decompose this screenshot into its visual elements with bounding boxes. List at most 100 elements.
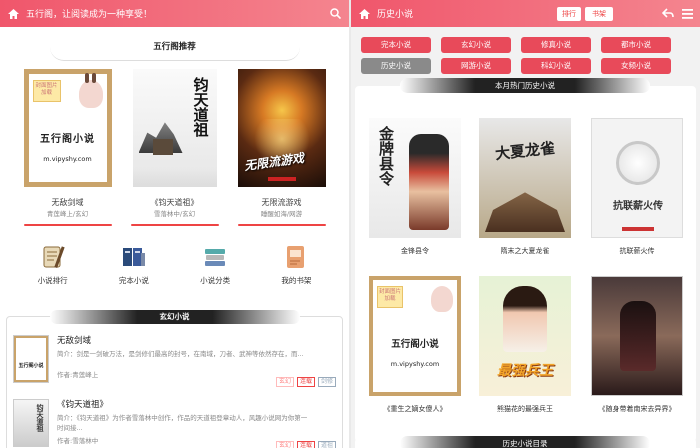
- cover-text: 钧天道祖: [191, 77, 210, 137]
- tag[interactable]: 连载: [296, 377, 315, 387]
- recommend-book-2[interactable]: 钧天道祖 《钧天道祖》 雪落林中/玄幻: [127, 69, 223, 226]
- book-name[interactable]: 《重生之嫡女傻人》: [369, 404, 461, 414]
- publisher-badge: [267, 177, 296, 181]
- recommend-book-3[interactable]: 无限流游戏 无限流游戏 睡醒如海/网游: [234, 69, 330, 226]
- list-item[interactable]: 钧天道祖 《钧天道祖》 简介：《钧天道祖》为作者雪落林中创作，作品的天道祖登章动…: [13, 399, 337, 447]
- menu-icon[interactable]: [681, 7, 694, 20]
- genre-grid: 完本小说 玄幻小说 修真小说 都市小说 历史小说 网游小说 科幻小说 女频小说: [351, 27, 700, 74]
- book-cover[interactable]: 抗联薪火传: [591, 118, 683, 238]
- genre-button[interactable]: 科幻小说: [521, 58, 591, 74]
- tag[interactable]: 道祖: [317, 441, 336, 448]
- character-image: [503, 286, 547, 352]
- cover-fade: [132, 169, 217, 187]
- thumb-text: 钧天道祖: [36, 404, 44, 432]
- cover-sticker: 封面图片加载: [377, 286, 403, 308]
- book-card[interactable]: 大夏龙雀 隋末之大夏龙雀: [479, 118, 571, 256]
- book-card[interactable]: 抗联薪火传 抗联薪火传: [591, 118, 683, 256]
- header-bar: 历史小说 排行 书架: [351, 0, 700, 27]
- book-cover[interactable]: 金牌县令: [369, 118, 461, 238]
- book-card[interactable]: 金牌县令 金锋县令: [369, 118, 461, 256]
- cover-text: 最强兵王: [497, 363, 553, 379]
- book-card[interactable]: 最强兵王 熊猫花的最强兵王: [479, 276, 571, 414]
- books-icon: [104, 244, 164, 270]
- shelf-button[interactable]: 书架: [585, 7, 613, 21]
- section-title: 历史小说目录: [400, 436, 650, 448]
- item-title[interactable]: 无敌剑域: [57, 335, 337, 347]
- section-title: 本月热门历史小说: [400, 78, 650, 93]
- book-cover[interactable]: 封面图片加载 五行阁小说 m.vipyshy.com: [369, 276, 461, 396]
- genre-button-active[interactable]: 历史小说: [361, 58, 431, 74]
- book-cover[interactable]: 封面图片加载 五行阁小说 m.vipyshy.com: [23, 69, 112, 187]
- cover-text: 五行阁小说: [40, 134, 95, 145]
- book-name[interactable]: 熊猫花的最强兵王: [479, 404, 571, 414]
- back-icon[interactable]: [661, 7, 674, 20]
- book-cover[interactable]: 无限流游戏: [237, 69, 326, 187]
- divider: [23, 224, 112, 226]
- tag[interactable]: 玄幻: [275, 441, 294, 448]
- nav-bookshelf[interactable]: 我的书架: [266, 244, 326, 286]
- temple-image: [152, 139, 173, 155]
- book-meta: 睡醒如海/网游: [260, 210, 303, 218]
- recommend-title: 五行阁推荐: [49, 39, 300, 61]
- character-image: [409, 134, 449, 230]
- nav-label: 小说排行: [37, 276, 68, 285]
- genre-button[interactable]: 修真小说: [521, 37, 591, 53]
- search-icon[interactable]: [329, 7, 342, 20]
- category-icon: [185, 244, 245, 270]
- book-name[interactable]: 无限流游戏: [234, 197, 330, 209]
- section-title: 玄幻小说: [49, 310, 300, 324]
- header-bar: 五行阁，让阅读成为一种享受！: [0, 0, 349, 27]
- divider: [237, 224, 326, 226]
- cover-text: 大夏龙雀: [494, 138, 556, 164]
- item-tags: 玄幻 连载 剑修: [275, 377, 336, 387]
- ranking-icon: [23, 244, 83, 270]
- header-title: 历史小说: [377, 10, 414, 20]
- rank-button[interactable]: 排行: [557, 7, 581, 21]
- recommend-book-1[interactable]: 封面图片加载 五行阁小说 m.vipyshy.com 无敌剑域 青莲峰上/玄幻: [20, 69, 116, 226]
- hot-section: 本月热门历史小说 金牌县令 金锋县令 大夏龙雀 隋末之大夏龙雀 抗联薪火传 抗联…: [355, 78, 696, 442]
- tag[interactable]: 玄幻: [275, 377, 294, 387]
- nav-category[interactable]: 小说分类: [185, 244, 245, 286]
- home-icon[interactable]: [7, 7, 20, 20]
- nav-ranking[interactable]: 小说排行: [23, 244, 83, 286]
- category-nav: 小说排行 完本小说 小说分类 我的书架: [0, 226, 349, 286]
- book-card[interactable]: 封面图片加载 五行阁小说 m.vipyshy.com 《重生之嫡女傻人》: [369, 276, 461, 414]
- tag[interactable]: 剑修: [317, 377, 336, 387]
- palace-image: [485, 192, 565, 232]
- genre-button[interactable]: 都市小说: [601, 37, 671, 53]
- book-name[interactable]: 抗联薪火传: [591, 246, 683, 256]
- genre-button[interactable]: 女频小说: [601, 58, 671, 74]
- book-meta: 雪落林中/玄幻: [153, 210, 196, 218]
- book-thumbnail[interactable]: 五行阁小说: [13, 335, 49, 383]
- genre-button[interactable]: 完本小说: [361, 37, 431, 53]
- book-name[interactable]: 金锋县令: [369, 246, 461, 256]
- item-desc: 简介：《钧天道祖》为作者雪落林中创作，作品的天道祖登章动人，风趣小说网为你第一: [57, 414, 308, 422]
- home-icon[interactable]: [358, 7, 371, 20]
- book-name[interactable]: 《随身带着南宋去异界》: [591, 404, 683, 414]
- book-cover[interactable]: 最强兵王: [479, 276, 571, 396]
- cover-url: m.vipyshy.com: [390, 360, 440, 368]
- genre-button[interactable]: 玄幻小说: [441, 37, 511, 53]
- book-cover[interactable]: 大夏龙雀: [479, 118, 571, 238]
- book-name[interactable]: 隋末之大夏龙雀: [479, 246, 571, 256]
- book-name[interactable]: 无敌剑域: [20, 197, 116, 209]
- publisher-badge: [622, 227, 654, 231]
- item-desc: 简介：剑是一剑破万法，是剑修们最高的封号，在南域，刀者、武神等依然存在，而...: [57, 350, 304, 358]
- nav-label: 完本小说: [118, 276, 149, 285]
- book-cover[interactable]: [591, 276, 683, 396]
- cover-sticker: 封面图片加载: [32, 80, 61, 102]
- book-card[interactable]: 《随身带着南宋去异界》: [591, 276, 683, 414]
- divider: [130, 224, 219, 226]
- tag[interactable]: 连载: [296, 441, 315, 448]
- nav-finished[interactable]: 完本小说: [104, 244, 164, 286]
- book-meta: 青莲峰上/玄幻: [46, 210, 89, 218]
- book-name[interactable]: 《钧天道祖》: [127, 197, 223, 209]
- book-thumbnail[interactable]: 钧天道祖: [13, 399, 49, 447]
- list-item[interactable]: 五行阁小说 无敌剑域 简介：剑是一剑破万法，是剑修们最高的封号，在南域，刀者、武…: [13, 335, 337, 383]
- emblem-image: [616, 141, 660, 185]
- cover-url: m.vipyshy.com: [43, 155, 92, 163]
- genre-button[interactable]: 网游小说: [441, 58, 511, 74]
- item-title[interactable]: 《钧天道祖》: [57, 399, 337, 411]
- book-cover[interactable]: 钧天道祖: [132, 69, 217, 187]
- catalog-section: 历史小说目录: [355, 436, 696, 448]
